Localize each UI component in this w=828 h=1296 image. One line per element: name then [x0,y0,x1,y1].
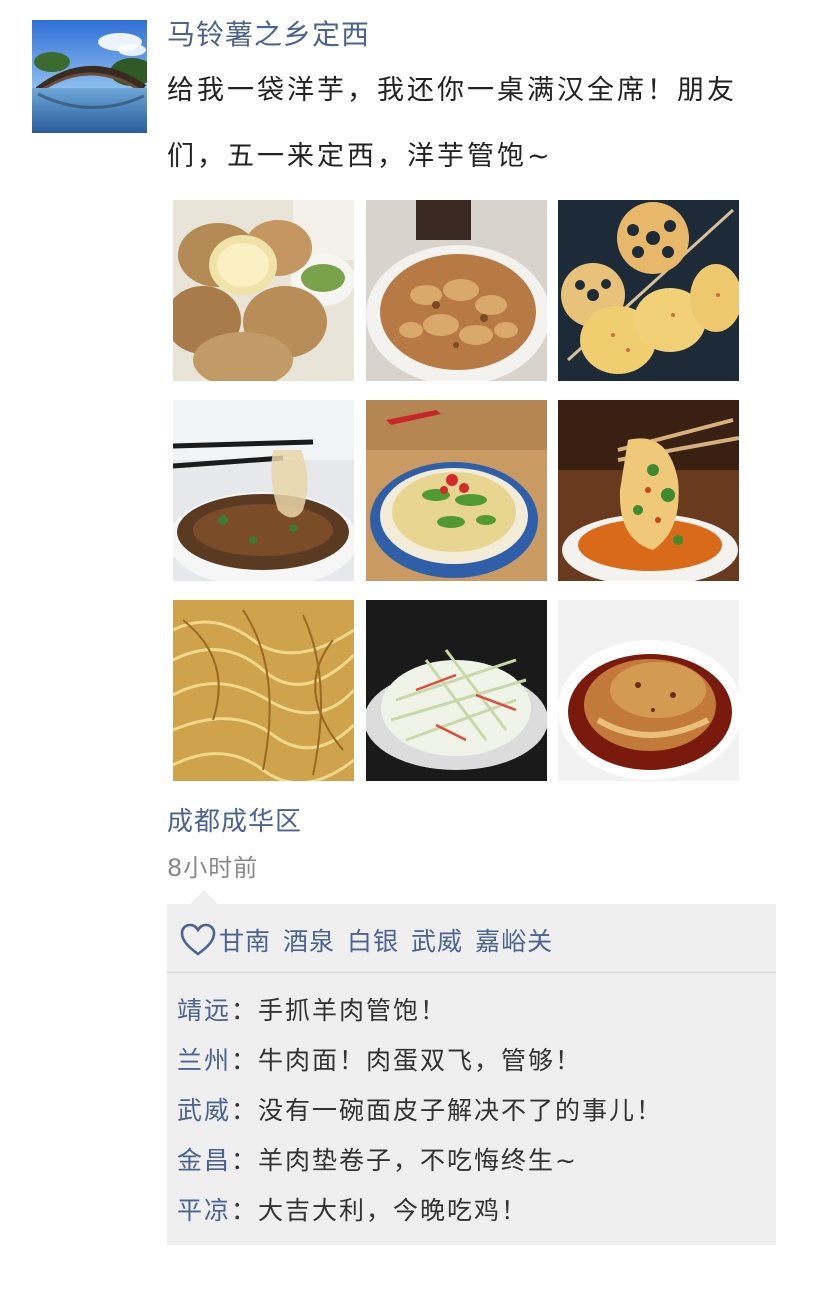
likes-divider [167,972,776,973]
comment-text: 羊肉垫卷子，不吃悔终生~ [258,1146,578,1175]
comment-author[interactable]: 金昌 [177,1146,231,1175]
comment-item[interactable]: 金昌：羊肉垫卷子，不吃悔终生~ [177,1136,663,1186]
comment-item[interactable]: 兰州：牛肉面！肉蛋双飞，管够！ [177,1036,663,1086]
comment-item[interactable]: 平凉：大吉大利，今晚吃鸡！ [177,1186,663,1236]
likes-row: 甘南 酒泉 白银 武威 嘉峪关 [179,914,565,966]
comment-separator: ： [231,1196,259,1225]
comment-text: 手抓羊肉管饱！ [258,996,448,1025]
like-user[interactable]: 武威 [411,922,463,958]
avatar-bridge-image [32,20,147,133]
comment-list: 靖远：手抓羊肉管饱！ 兰州：牛肉面！肉蛋双飞，管够！ 武威：没有一碗面皮子解决不… [177,986,663,1236]
like-user[interactable]: 白银 [347,922,399,958]
photo-braised-potato-red-oil[interactable] [558,600,739,781]
comment-text: 牛肉面！肉蛋双飞，管够！ [258,1046,583,1075]
likes-comments-box: 甘南 酒泉 白银 武威 嘉峪关 靖远：手抓羊肉管饱！ 兰州：牛肉面！肉蛋双飞，管… [167,904,776,1245]
comment-item[interactable]: 武威：没有一碗面皮子解决不了的事儿！ [177,1086,663,1136]
photo-potato-noodles[interactable] [173,400,354,581]
post-location[interactable]: 成都成华区 [167,804,302,840]
photo-potato-chili-bowl[interactable] [366,400,547,581]
photo-lotus-potato-skewers[interactable] [558,200,739,381]
photo-fried-potato-slices[interactable] [366,200,547,381]
heart-icon [180,923,216,956]
comment-text: 没有一碗面皮子解决不了的事儿！ [258,1096,664,1125]
comment-box-caret [190,890,218,904]
comment-author[interactable]: 武威 [177,1096,231,1125]
photo-shredded-potato-salad[interactable] [366,600,547,781]
like-user[interactable]: 甘南 [219,922,271,958]
post-username[interactable]: 马铃薯之乡定西 [167,16,370,54]
comment-author[interactable]: 兰州 [177,1046,231,1075]
post-timestamp: 8小时前 [167,854,259,882]
post-text: 给我一袋洋芋，我还你一桌满汉全席！朋友们，五一来定西，洋芋管饱~ [167,75,737,172]
avatar[interactable] [32,20,147,133]
comment-author[interactable]: 靖远 [177,996,231,1025]
like-user[interactable]: 嘉峪关 [475,922,553,958]
comment-text: 大吉大利，今晚吃鸡！ [258,1196,529,1225]
photo-crispy-shredded-potato[interactable] [173,600,354,781]
photo-baked-potatoes[interactable] [173,200,354,381]
photo-spicy-potato-chopsticks[interactable] [558,400,739,581]
comment-separator: ： [231,1096,259,1125]
comment-author[interactable]: 平凉 [177,1196,231,1225]
like-user[interactable]: 酒泉 [283,922,335,958]
comment-separator: ： [231,1046,259,1075]
comment-separator: ： [231,1146,259,1175]
comment-separator: ： [231,996,259,1025]
comment-item[interactable]: 靖远：手抓羊肉管饱！ [177,986,663,1036]
